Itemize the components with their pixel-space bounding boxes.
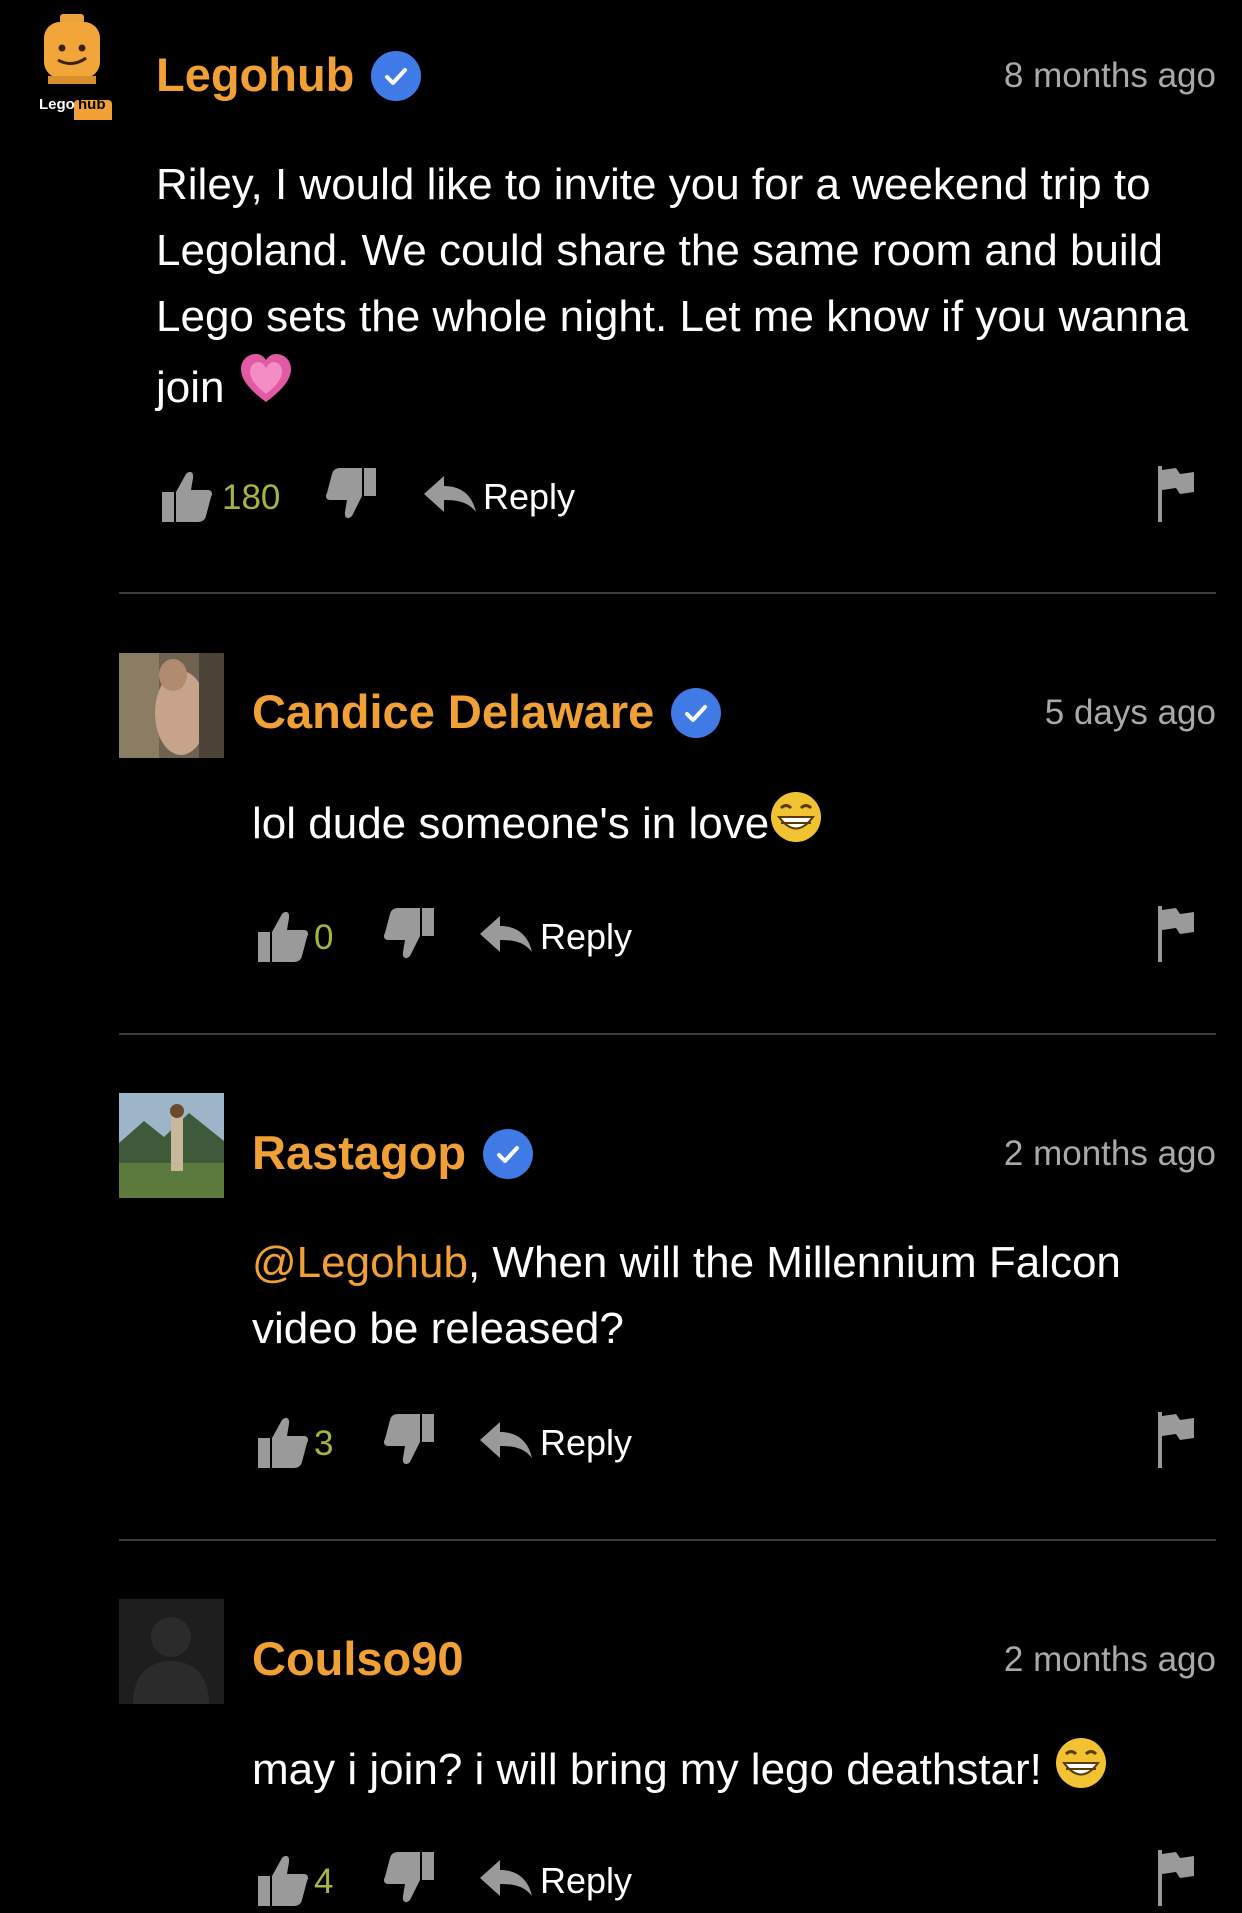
comment-text-body: lol dude someone's in love: [252, 799, 770, 848]
avatar-candice-delaware[interactable]: [119, 653, 224, 758]
grin-emoji-icon: [1054, 1736, 1108, 1809]
comment-text: @Legohub, When will the Millennium Falco…: [252, 1230, 1216, 1362]
like-count: 4: [314, 1862, 334, 1901]
reply-arrow-icon[interactable]: [480, 916, 532, 961]
username[interactable]: Rastagop: [252, 1122, 534, 1182]
thumbs-down-icon[interactable]: [384, 1414, 436, 1473]
logo-text-lego: Lego: [39, 96, 75, 113]
grin-emoji-icon: [769, 790, 823, 863]
like-count: 0: [314, 918, 334, 957]
flag-icon[interactable]: [1156, 466, 1196, 527]
thumbs-down-icon[interactable]: [326, 468, 378, 527]
avatar-coulso90[interactable]: [119, 1599, 224, 1704]
like-count: 180: [222, 478, 281, 517]
comment-text: lol dude someone's in love: [252, 790, 1212, 863]
reply-arrow-icon[interactable]: [424, 476, 476, 521]
reply-button[interactable]: Reply: [540, 1422, 632, 1464]
reply-arrow-icon[interactable]: [480, 1860, 532, 1905]
username-text[interactable]: Rastagop: [252, 1125, 466, 1180]
username[interactable]: Legohub: [156, 44, 422, 104]
reply-arrow-icon[interactable]: [480, 1422, 532, 1467]
verified-check-icon: [671, 688, 722, 738]
username-text[interactable]: Coulso90: [252, 1631, 464, 1686]
username[interactable]: Candice Delaware: [252, 681, 722, 741]
logo-text-hub: hub: [78, 96, 106, 113]
timestamp: 5 days ago: [1044, 693, 1216, 732]
heart-emoji-icon: [237, 350, 295, 427]
comment-text-body: Riley, I would like to invite you for a …: [156, 160, 1189, 412]
verified-check-icon: [371, 51, 422, 101]
comment-actions: 0 Reply: [252, 906, 1216, 969]
timestamp: 2 months ago: [1003, 1640, 1216, 1679]
reply-button[interactable]: Reply: [540, 1860, 632, 1902]
thumbs-up-icon[interactable]: [256, 1852, 310, 1913]
comment-divider: [119, 1033, 1216, 1035]
avatar-legohub[interactable]: Lego hub: [34, 14, 120, 120]
comment-divider: [119, 592, 1216, 594]
comment-divider: [119, 1539, 1216, 1541]
username-text[interactable]: Legohub: [156, 47, 354, 102]
thumbs-down-icon[interactable]: [384, 908, 436, 967]
comment-actions: 4 Reply: [252, 1850, 1216, 1913]
like-count: 3: [314, 1424, 334, 1463]
flag-icon[interactable]: [1156, 1412, 1196, 1473]
comment-actions: 3 Reply: [252, 1412, 1216, 1475]
flag-icon[interactable]: [1156, 906, 1196, 967]
reply-button[interactable]: Reply: [540, 916, 632, 958]
comment-text: Riley, I would like to invite you for a …: [156, 152, 1216, 427]
username-text[interactable]: Candice Delaware: [252, 684, 654, 739]
thumbs-up-icon[interactable]: [256, 1414, 310, 1475]
thumbs-up-icon[interactable]: [256, 908, 310, 969]
username[interactable]: Coulso90: [252, 1628, 464, 1688]
reply-button[interactable]: Reply: [483, 476, 575, 518]
comment-text: may i join? i will bring my lego deathst…: [252, 1736, 1216, 1809]
verified-check-icon: [483, 1129, 534, 1179]
thumbs-down-icon[interactable]: [384, 1852, 436, 1911]
flag-icon[interactable]: [1156, 1850, 1196, 1911]
mention-link[interactable]: @Legohub: [252, 1238, 468, 1287]
comment-actions: 180 Reply: [156, 466, 1216, 529]
comment-text-body: may i join? i will bring my lego deathst…: [252, 1745, 1042, 1794]
timestamp: 2 months ago: [1003, 1134, 1216, 1173]
thumbs-up-icon[interactable]: [160, 468, 214, 529]
timestamp: 8 months ago: [1003, 56, 1216, 95]
avatar-rastagop[interactable]: [119, 1093, 224, 1198]
